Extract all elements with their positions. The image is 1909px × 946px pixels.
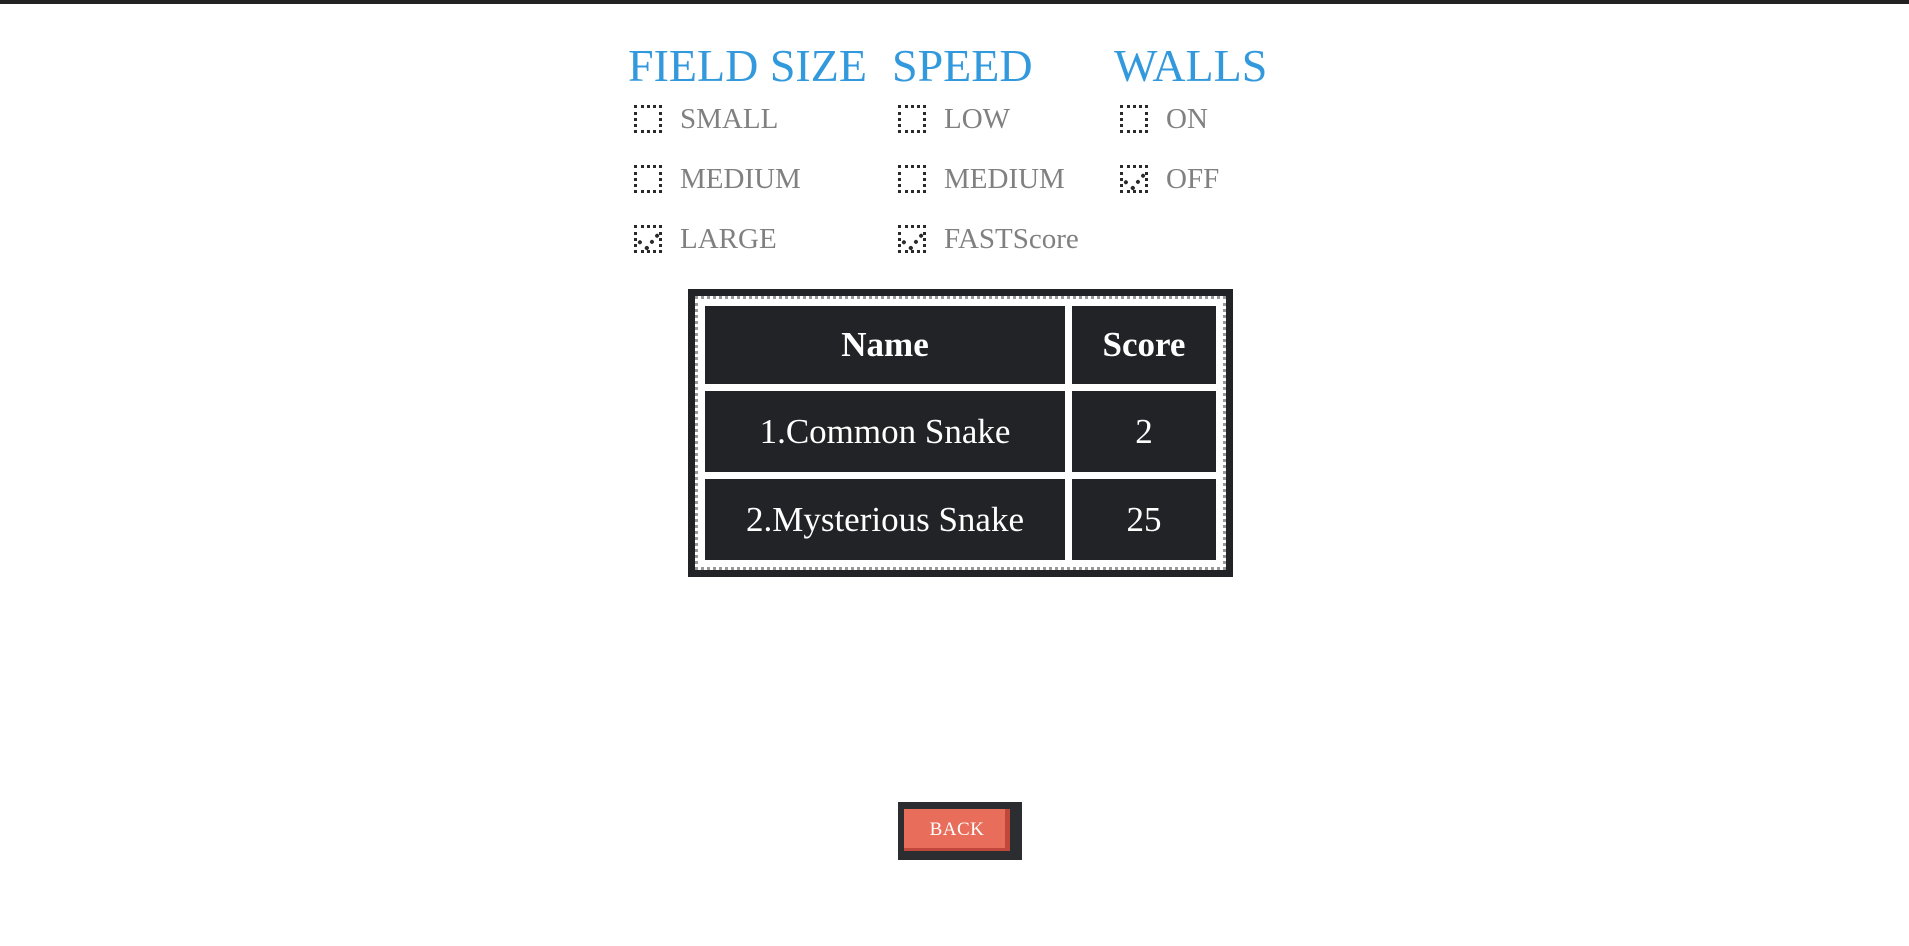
fast-checkbox[interactable] [898, 225, 926, 253]
speed-option-low[interactable]: LOW [898, 101, 1010, 137]
walls-option-off[interactable]: OFF [1120, 161, 1219, 197]
small-label: SMALL [680, 102, 779, 135]
row-score: 2 [1072, 391, 1216, 472]
walls-option-on[interactable]: ON [1120, 101, 1208, 137]
medium-checkbox[interactable] [634, 165, 662, 193]
back-button-frame: BACK [898, 802, 1022, 860]
table-row: 2.Mysterious Snake 25 [705, 479, 1216, 560]
score-header: Score [1072, 306, 1216, 384]
field-size-option-large[interactable]: LARGE [634, 221, 777, 257]
fast-label: FASTScore [944, 223, 1079, 256]
on-label: ON [1166, 102, 1208, 135]
field-size-group: FIELD SIZE SMALL MEDIUM LARGE [628, 40, 867, 255]
large-checkbox[interactable] [634, 225, 662, 253]
speed-title: SPEED [892, 40, 1033, 91]
table-row: 1.Common Snake 2 [705, 391, 1216, 472]
medium-label: MEDIUM [680, 162, 801, 195]
back-button[interactable]: BACK [904, 809, 1010, 851]
on-checkbox[interactable] [1120, 105, 1148, 133]
small-checkbox[interactable] [634, 105, 662, 133]
speed-medium-label: MEDIUM [944, 162, 1065, 195]
settings-panel: FIELD SIZE SMALL MEDIUM LARGE SPEED LOW … [628, 40, 1288, 270]
speed-option-fast[interactable]: FASTScore [898, 221, 1079, 257]
fast-text: FAST [944, 222, 1013, 255]
scoreboard: Name Score 1.Common Snake 2 2.Mysterious… [688, 289, 1233, 577]
walls-title: WALLS [1114, 40, 1268, 91]
field-size-option-medium[interactable]: MEDIUM [634, 161, 801, 197]
score-trailing-text: Score [1012, 222, 1079, 255]
score-table: Name Score 1.Common Snake 2 2.Mysterious… [695, 296, 1226, 570]
off-checkbox[interactable] [1120, 165, 1148, 193]
speed-group: SPEED LOW MEDIUM FASTScore [892, 40, 1079, 255]
off-label: OFF [1166, 162, 1220, 195]
low-checkbox[interactable] [898, 105, 926, 133]
speed-option-medium[interactable]: MEDIUM [898, 161, 1065, 197]
walls-group: WALLS ON OFF [1114, 40, 1268, 195]
row-name: 2.Mysterious Snake [705, 479, 1065, 560]
field-size-title: FIELD SIZE [628, 40, 867, 91]
field-size-option-small[interactable]: SMALL [634, 101, 778, 137]
row-score: 25 [1072, 479, 1216, 560]
top-border [0, 0, 1909, 4]
low-label: LOW [944, 102, 1011, 135]
speed-medium-checkbox[interactable] [898, 165, 926, 193]
large-label: LARGE [680, 222, 777, 255]
table-header-row: Name Score [705, 306, 1216, 384]
row-name: 1.Common Snake [705, 391, 1065, 472]
name-header: Name [705, 306, 1065, 384]
